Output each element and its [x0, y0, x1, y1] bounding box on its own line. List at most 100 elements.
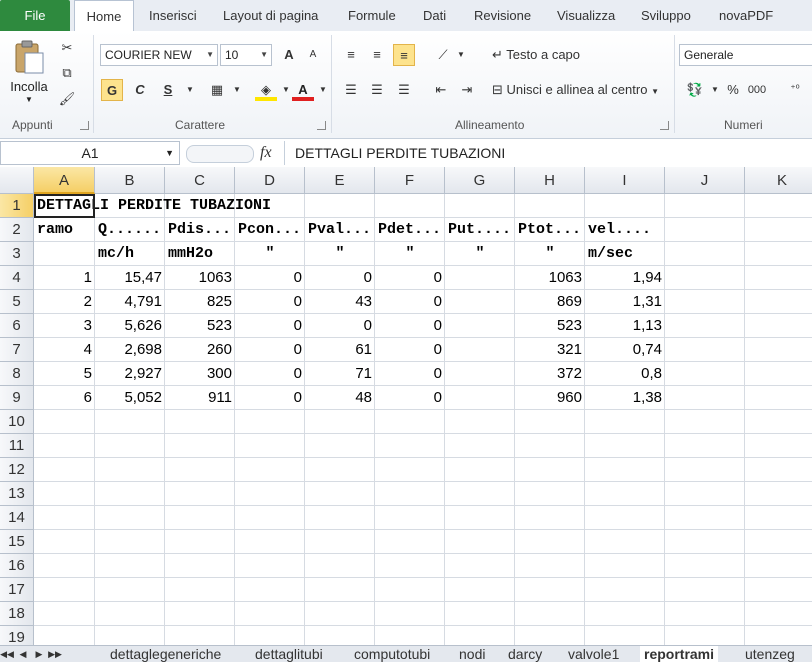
- currency-icon[interactable]: 💱: [684, 79, 706, 101]
- font-dialog-launcher-icon[interactable]: [317, 121, 326, 130]
- cell-f3[interactable]: ": [375, 242, 445, 266]
- cell-e5[interactable]: 43: [305, 290, 375, 314]
- align-bottom-icon[interactable]: ≡: [393, 44, 415, 66]
- select-all-corner[interactable]: [0, 167, 34, 194]
- column-header-h[interactable]: H: [515, 167, 585, 194]
- number-format-combo[interactable]: Generale: [679, 44, 812, 66]
- first-sheet-icon[interactable]: ◀◀: [0, 646, 14, 662]
- cell-b9[interactable]: 5,052: [95, 386, 165, 410]
- insert-function-button[interactable]: fx: [260, 141, 272, 165]
- cell-a7[interactable]: 4: [34, 338, 95, 362]
- row-header-8[interactable]: 8: [0, 362, 34, 386]
- row-header-9[interactable]: 9: [0, 386, 34, 410]
- tab-layout-di-pagina[interactable]: Layout di pagina: [223, 0, 318, 31]
- italic-button[interactable]: C: [129, 79, 151, 101]
- cell-e8[interactable]: 71: [305, 362, 375, 386]
- cell-i3[interactable]: m/sec: [585, 242, 665, 266]
- wrap-text-button[interactable]: ↵ Testo a capo: [492, 44, 580, 66]
- worksheet-grid[interactable]: A B C D E F G H I J K 1 2 3 4 5 6 7 8 9 10 11 12 13 14 15 16 17 18 19…: [0, 167, 812, 645]
- cell-h9[interactable]: 960: [515, 386, 585, 410]
- cell-c2[interactable]: Pdis...: [165, 218, 235, 242]
- format-painter-icon[interactable]: 🖌: [56, 88, 78, 110]
- row-header-12[interactable]: 12: [0, 458, 34, 482]
- cell-e4[interactable]: 0: [305, 266, 375, 290]
- row-header-13[interactable]: 13: [0, 482, 34, 506]
- cell-h6[interactable]: 523: [515, 314, 585, 338]
- chevron-down-icon[interactable]: ▼: [226, 79, 248, 101]
- tab-revisione[interactable]: Revisione: [474, 0, 531, 31]
- align-top-icon[interactable]: ≡: [340, 44, 362, 66]
- cell-e3[interactable]: ": [305, 242, 375, 266]
- column-header-a[interactable]: A: [34, 167, 95, 194]
- sheet-tab-darcy[interactable]: darcy: [508, 646, 542, 662]
- cell-c3[interactable]: mmH2o: [165, 242, 235, 266]
- cell-d9[interactable]: 0: [235, 386, 305, 410]
- tab-visualizza[interactable]: Visualizza: [557, 0, 615, 31]
- row-header-10[interactable]: 10: [0, 410, 34, 434]
- cell-a6[interactable]: 3: [34, 314, 95, 338]
- font-color-button[interactable]: A: [292, 79, 314, 101]
- cell-h2[interactable]: Ptot...: [515, 218, 585, 242]
- cell-b3[interactable]: mc/h: [95, 242, 165, 266]
- formula-input[interactable]: DETTAGLI PERDITE TUBAZIONI: [284, 141, 812, 165]
- align-middle-icon[interactable]: ≡: [366, 44, 388, 66]
- cell-i6[interactable]: 1,13: [585, 314, 665, 338]
- thousands-button[interactable]: 000: [746, 79, 768, 101]
- name-box[interactable]: A1 ▼: [0, 141, 180, 165]
- tab-novapdf[interactable]: novaPDF: [719, 0, 773, 31]
- next-sheet-icon[interactable]: ▶: [32, 646, 46, 662]
- increase-indent-icon[interactable]: ⇥: [456, 79, 478, 101]
- cell-d5[interactable]: 0: [235, 290, 305, 314]
- cell-a2[interactable]: ramo: [34, 218, 95, 242]
- decrease-indent-icon[interactable]: ⇤: [430, 79, 452, 101]
- cell-c8[interactable]: 300: [165, 362, 235, 386]
- column-header-j[interactable]: J: [665, 167, 745, 194]
- row-header-3[interactable]: 3: [0, 242, 34, 266]
- grow-font-button[interactable]: A: [278, 44, 300, 66]
- percent-button[interactable]: %: [722, 79, 744, 101]
- copy-icon[interactable]: ⧉: [56, 62, 78, 84]
- column-header-c[interactable]: C: [165, 167, 235, 194]
- cell-g2[interactable]: Put....: [445, 218, 515, 242]
- tab-formule[interactable]: Formule: [348, 0, 396, 31]
- last-sheet-icon[interactable]: ▶▶: [48, 646, 62, 662]
- tab-file[interactable]: File: [0, 0, 70, 31]
- row-header-15[interactable]: 15: [0, 530, 34, 554]
- cell-a1[interactable]: DETTAGLI PERDITE TUBAZIONI: [34, 194, 445, 218]
- column-header-g[interactable]: G: [445, 167, 515, 194]
- row-header-11[interactable]: 11: [0, 434, 34, 458]
- cell-f4[interactable]: 0: [375, 266, 445, 290]
- row-header-19[interactable]: 19: [0, 626, 34, 645]
- sheet-tab-valvole1[interactable]: valvole1: [568, 646, 619, 662]
- cell-c6[interactable]: 523: [165, 314, 235, 338]
- cell-d6[interactable]: 0: [235, 314, 305, 338]
- font-name-combo[interactable]: COURIER NEW ▼: [100, 44, 218, 66]
- row-header-7[interactable]: 7: [0, 338, 34, 362]
- row-header-16[interactable]: 16: [0, 554, 34, 578]
- sheet-tab-utenzeg[interactable]: utenzeg: [745, 646, 795, 662]
- cell-i4[interactable]: 1,94: [585, 266, 665, 290]
- cell-e2[interactable]: Pval...: [305, 218, 375, 242]
- chevron-down-icon[interactable]: ▼: [450, 44, 472, 66]
- cell-a5[interactable]: 2: [34, 290, 95, 314]
- tab-home[interactable]: Home: [74, 0, 134, 32]
- cell-b7[interactable]: 2,698: [95, 338, 165, 362]
- cell-f2[interactable]: Pdet...: [375, 218, 445, 242]
- cell-h3[interactable]: ": [515, 242, 585, 266]
- row-header-4[interactable]: 4: [0, 266, 34, 290]
- cell-d8[interactable]: 0: [235, 362, 305, 386]
- row-header-2[interactable]: 2: [0, 218, 34, 242]
- align-left-icon[interactable]: ☰: [340, 79, 362, 101]
- cell-f9[interactable]: 0: [375, 386, 445, 410]
- cell-h7[interactable]: 321: [515, 338, 585, 362]
- row-header-1[interactable]: 1: [0, 194, 34, 218]
- borders-icon[interactable]: ▦: [206, 79, 228, 101]
- column-header-f[interactable]: F: [375, 167, 445, 194]
- underline-button[interactable]: S: [157, 79, 179, 101]
- sheet-tab-nodi[interactable]: nodi: [459, 646, 485, 662]
- chevron-down-icon[interactable]: ▼: [179, 79, 201, 101]
- cell-a9[interactable]: 6: [34, 386, 95, 410]
- cell-b6[interactable]: 5,626: [95, 314, 165, 338]
- cut-icon[interactable]: ✂: [56, 37, 78, 59]
- tab-inserisci[interactable]: Inserisci: [149, 0, 197, 31]
